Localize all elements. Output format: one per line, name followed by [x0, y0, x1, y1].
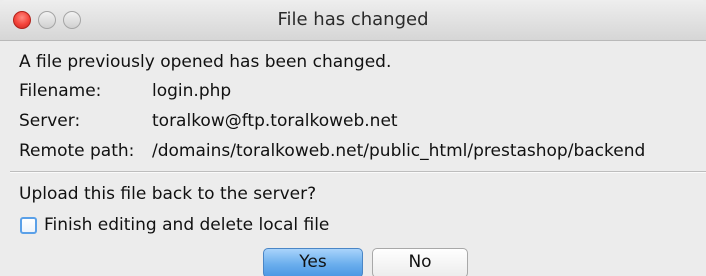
filename-label: Filename: [19, 81, 102, 101]
upload-question: Upload this file back to the server? [19, 184, 317, 204]
finish-editing-checkbox[interactable] [20, 217, 37, 234]
server-label: Server: [19, 111, 81, 131]
change-message: A file previously opened has been change… [19, 52, 392, 72]
remote-path-value: /domains/toralkoweb.net/public_html/pres… [152, 141, 646, 161]
divider [10, 171, 706, 173]
remote-path-label: Remote path: [19, 141, 135, 161]
yes-button[interactable]: Yes [263, 248, 363, 276]
finish-editing-label[interactable]: Finish editing and delete local file [44, 214, 329, 236]
title-bar[interactable]: File has changed [0, 0, 706, 41]
filename-value: login.php [152, 81, 232, 101]
no-button[interactable]: No [372, 248, 468, 276]
server-value: toralkow@ftp.toralkoweb.net [152, 111, 398, 131]
window-title: File has changed [277, 9, 429, 30]
dialog-window: File has changed A file previously opene… [0, 0, 706, 276]
